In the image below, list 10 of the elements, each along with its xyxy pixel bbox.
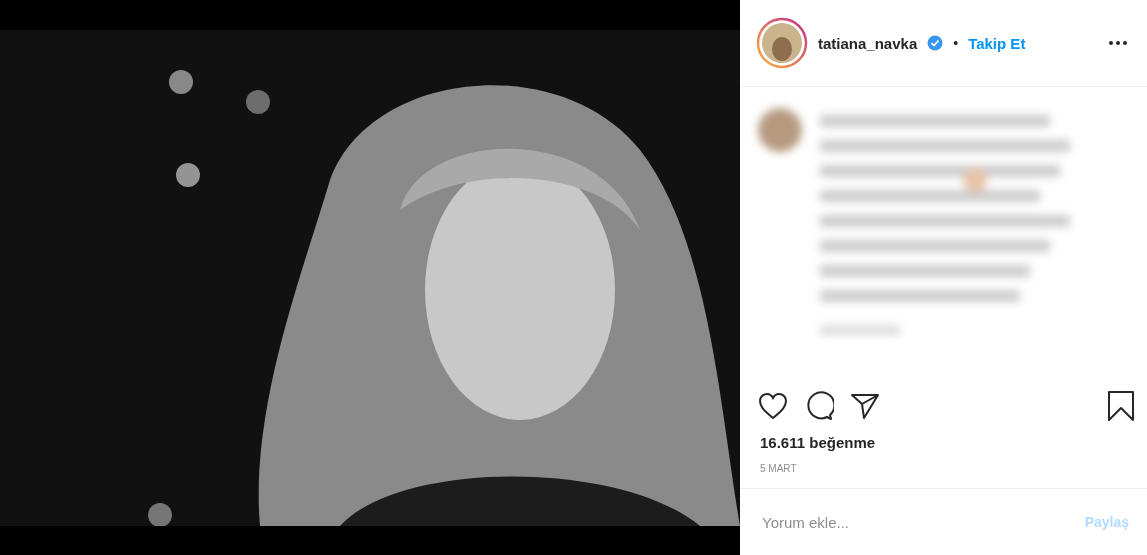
share-button[interactable] xyxy=(850,392,880,420)
avatar[interactable] xyxy=(756,17,808,69)
post-date: 5 MART xyxy=(759,463,798,474)
like-count[interactable]: 16.611 beğenme xyxy=(740,434,1147,451)
username[interactable]: tatiana_navka xyxy=(818,34,918,52)
separator-dot: • xyxy=(953,35,959,51)
save-button[interactable] xyxy=(1107,390,1135,422)
comment-button[interactable] xyxy=(804,391,834,421)
like-button[interactable] xyxy=(758,392,788,420)
more-options-icon[interactable] xyxy=(1109,41,1127,45)
